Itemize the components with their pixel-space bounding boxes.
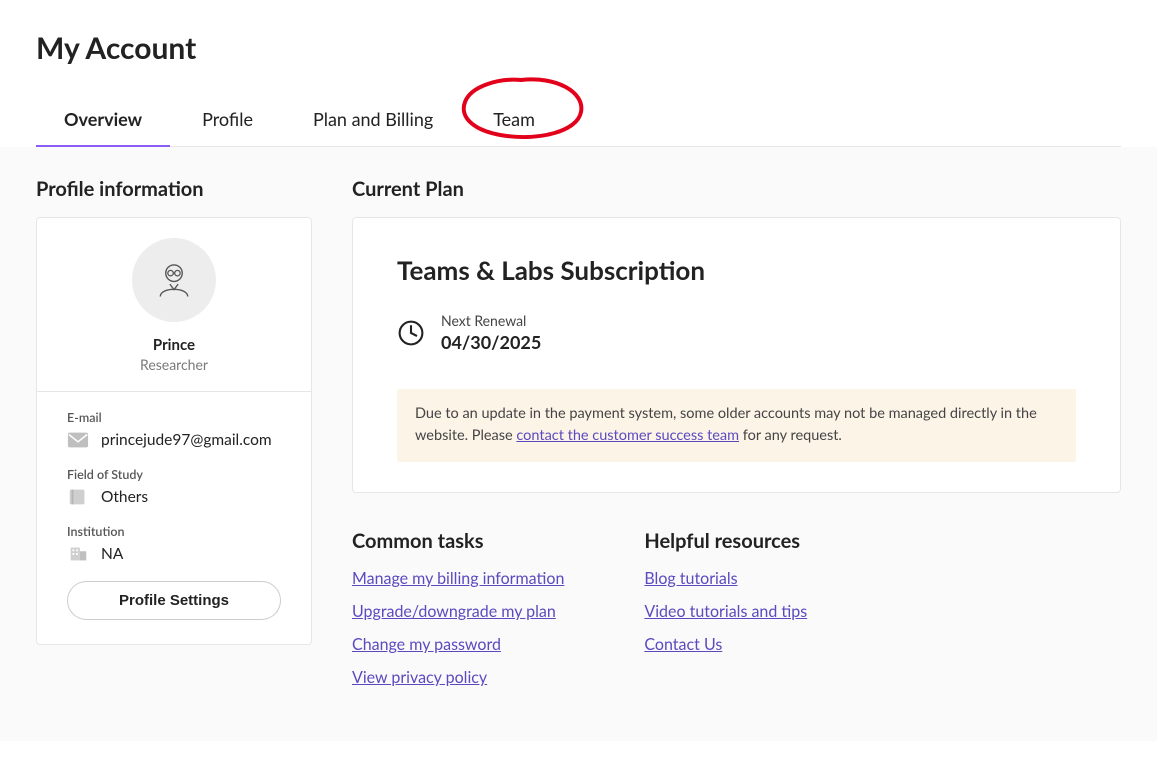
book-icon [67,488,89,506]
tab-overview[interactable]: Overview [64,94,142,146]
profile-settings-button[interactable]: Profile Settings [67,581,281,620]
page-title: My Account [36,30,1121,66]
institution-value: NA [101,545,123,563]
link-video-tutorials[interactable]: Video tutorials and tips [644,602,807,621]
avatar-researcher-icon [152,258,196,302]
envelope-icon [67,431,89,449]
link-change-password[interactable]: Change my password [352,635,501,654]
tab-profile[interactable]: Profile [202,94,253,146]
email-value: princejude97@gmail.com [101,431,272,449]
link-manage-billing[interactable]: Manage my billing information [352,569,564,588]
institution-label: Institution [67,524,281,539]
tab-team[interactable]: Team [493,94,535,146]
tab-row: Overview Profile Plan and Billing Team [36,94,1121,147]
link-privacy-policy[interactable]: View privacy policy [352,668,487,687]
profile-card: Prince Researcher E-mail princejude97@gm… [36,217,312,645]
link-blog-tutorials[interactable]: Blog tutorials [644,569,737,588]
plan-title: Teams & Labs Subscription [397,254,1076,286]
profile-section-heading: Profile information [36,177,312,201]
payment-notice: Due to an update in the payment system, … [397,389,1076,462]
building-icon [67,545,89,563]
field-of-study-value: Others [101,488,148,506]
renewal-label: Next Renewal [441,312,541,329]
common-tasks-col: Common tasks Manage my billing informati… [352,529,564,701]
profile-role: Researcher [53,356,295,373]
link-upgrade-downgrade[interactable]: Upgrade/downgrade my plan [352,602,556,621]
link-contact-us[interactable]: Contact Us [644,635,722,654]
email-label: E-mail [67,410,281,425]
renewal-date: 04/30/2025 [441,331,541,353]
clock-icon [397,319,425,347]
avatar [132,238,216,322]
resources-heading: Helpful resources [644,529,807,553]
tab-plan-billing[interactable]: Plan and Billing [313,94,433,146]
plan-card: Teams & Labs Subscription Next Renewal 0… [352,217,1121,493]
helpful-resources-col: Helpful resources Blog tutorials Video t… [644,529,807,701]
profile-name: Prince [53,336,295,354]
field-of-study-label: Field of Study [67,467,281,482]
contact-success-team-link[interactable]: contact the customer success team [516,427,739,444]
notice-post: for any request. [739,427,842,444]
common-tasks-heading: Common tasks [352,529,564,553]
plan-section-heading: Current Plan [352,177,1121,201]
